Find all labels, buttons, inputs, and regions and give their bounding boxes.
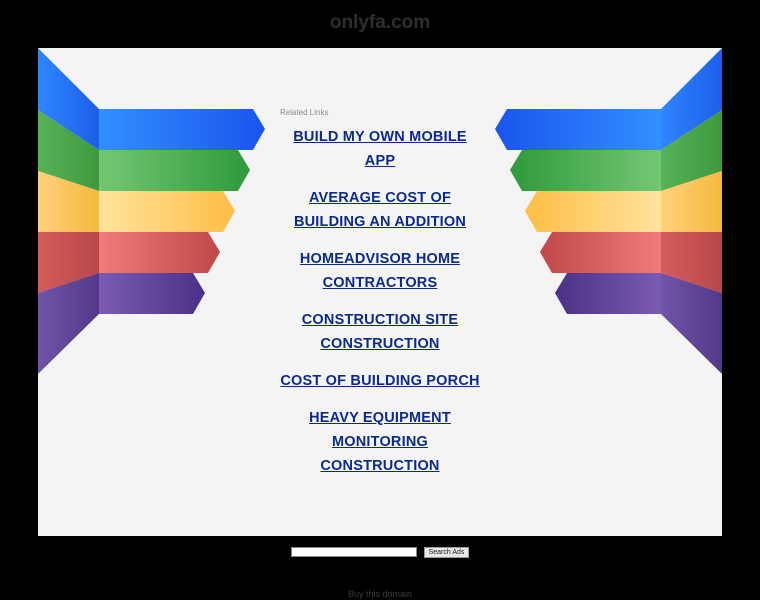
- related-link[interactable]: HEAVY EQUIPMENT MONITORING CONSTRUCTION: [278, 406, 482, 478]
- related-link[interactable]: BUILD MY OWN MOBILE APP: [278, 125, 482, 173]
- related-link[interactable]: CONSTRUCTION SITE CONSTRUCTION: [278, 308, 482, 356]
- search-ads-button[interactable]: Search Ads: [424, 547, 469, 558]
- domain-title: onlyfa.com: [329, 12, 431, 33]
- related-link[interactable]: AVERAGE COST OF BUILDING AN ADDITION: [278, 186, 482, 234]
- search-input[interactable]: [291, 547, 417, 557]
- content-panel: Related Links BUILD MY OWN MOBILE APP AV…: [38, 48, 722, 536]
- related-link[interactable]: COST OF BUILDING PORCH: [278, 369, 482, 393]
- buy-domain-link[interactable]: Buy this domain: [0, 589, 760, 599]
- related-links-heading: Related Links: [280, 108, 329, 117]
- related-link[interactable]: HOMEADVISOR HOME CONTRACTORS: [278, 247, 482, 295]
- related-links: Related Links BUILD MY OWN MOBILE APP AV…: [278, 108, 482, 491]
